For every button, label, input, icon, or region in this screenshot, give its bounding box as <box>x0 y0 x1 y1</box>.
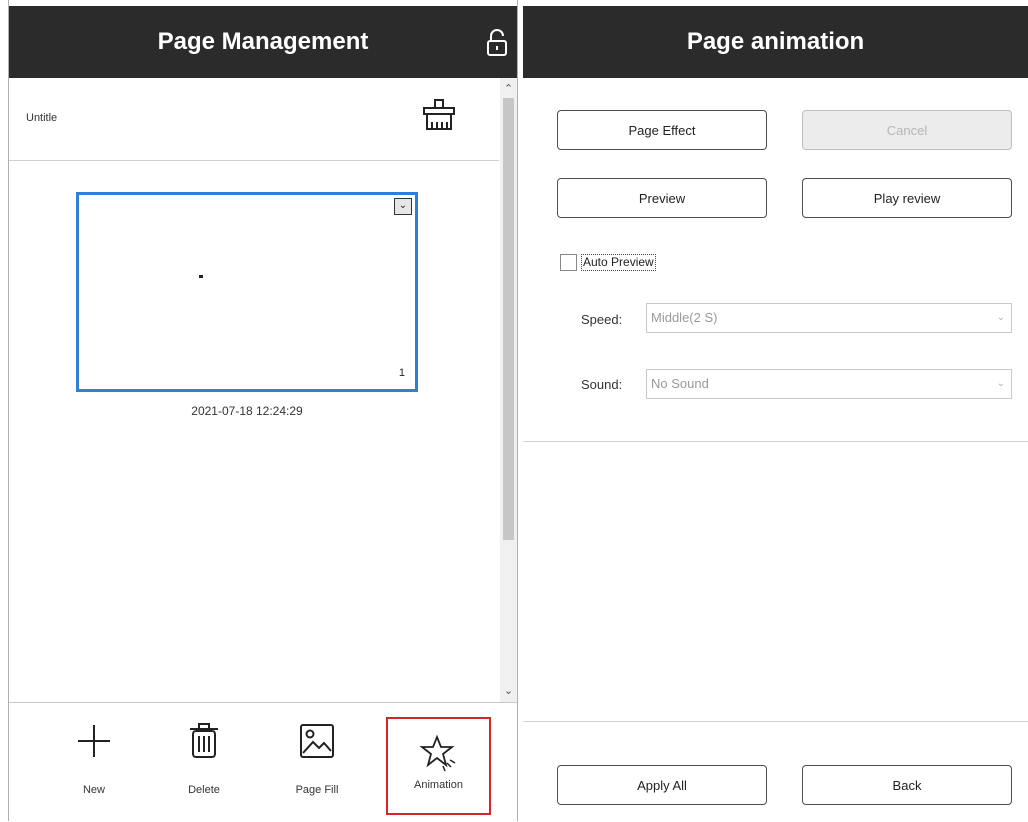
speed-label: Speed: <box>581 312 623 327</box>
sound-value: No Sound <box>651 376 709 391</box>
speed-value: Middle(2 S) <box>651 310 718 325</box>
new-page-button[interactable]: New <box>44 721 144 811</box>
page-group-row[interactable]: Untitle <box>9 78 499 161</box>
scroll-up-arrow-icon[interactable]: ⌃ <box>500 82 517 96</box>
thumbnail-menu-chevron-icon[interactable]: ⌄ <box>394 198 412 215</box>
page-animation-panel: Page animation Page Effect Cancel Previe… <box>523 0 1028 821</box>
scroll-thumb[interactable] <box>503 98 514 540</box>
page-toolbar: New Delete Page Fill Animation <box>9 702 517 822</box>
chevron-down-icon: ⌄ <box>996 378 1005 389</box>
page-management-panel: Page Management Untitle ⌃ ⌄ ⌄ 1 2021-07-… <box>8 0 518 822</box>
auto-preview-checkbox[interactable] <box>560 254 577 271</box>
page-thumbnail[interactable]: ⌄ 1 <box>76 192 418 392</box>
new-label: New <box>82 784 105 796</box>
image-icon <box>300 724 334 758</box>
section-divider <box>523 441 1028 442</box>
trash-icon <box>190 723 218 758</box>
page-animation-header: Page animation <box>523 6 1028 78</box>
back-button[interactable]: Back <box>802 765 1012 805</box>
footer-divider <box>523 721 1028 722</box>
thumbnail-timestamp: 2021-07-18 12:24:29 <box>191 404 303 418</box>
plus-icon <box>78 725 110 757</box>
page-management-header: Page Management <box>9 6 517 78</box>
animation-button[interactable]: Animation <box>386 717 491 815</box>
cancel-button[interactable]: Cancel <box>802 110 1012 150</box>
animation-label: Animation <box>414 779 463 791</box>
star-sparkle-icon <box>418 734 455 772</box>
chevron-down-icon: ⌄ <box>996 312 1005 323</box>
unlock-icon[interactable] <box>485 28 509 58</box>
clean-brush-icon[interactable] <box>421 97 457 133</box>
scroll-down-arrow-icon[interactable]: ⌄ <box>500 684 517 698</box>
apply-all-button[interactable]: Apply All <box>557 765 767 805</box>
page-animation-title: Page animation <box>686 28 865 55</box>
page-fill-button[interactable]: Page Fill <box>267 721 367 811</box>
delete-label: Delete <box>188 784 220 796</box>
delete-page-button[interactable]: Delete <box>154 721 254 811</box>
speed-select[interactable]: Middle(2 S) ⌄ <box>646 303 1012 333</box>
page-management-title: Page Management <box>157 28 369 55</box>
sound-label: Sound: <box>581 377 623 392</box>
play-review-button[interactable]: Play review <box>802 178 1012 218</box>
page-fill-label: Page Fill <box>295 784 339 796</box>
sound-select[interactable]: No Sound ⌄ <box>646 369 1012 399</box>
auto-preview-label[interactable]: Auto Preview <box>581 254 656 271</box>
thumbnail-content-dot <box>199 275 203 278</box>
page-effect-button[interactable]: Page Effect <box>557 110 767 150</box>
page-number: 1 <box>398 367 405 379</box>
vertical-scrollbar[interactable]: ⌃ ⌄ <box>500 78 517 702</box>
page-group-name: Untitle <box>26 112 58 124</box>
preview-button[interactable]: Preview <box>557 178 767 218</box>
